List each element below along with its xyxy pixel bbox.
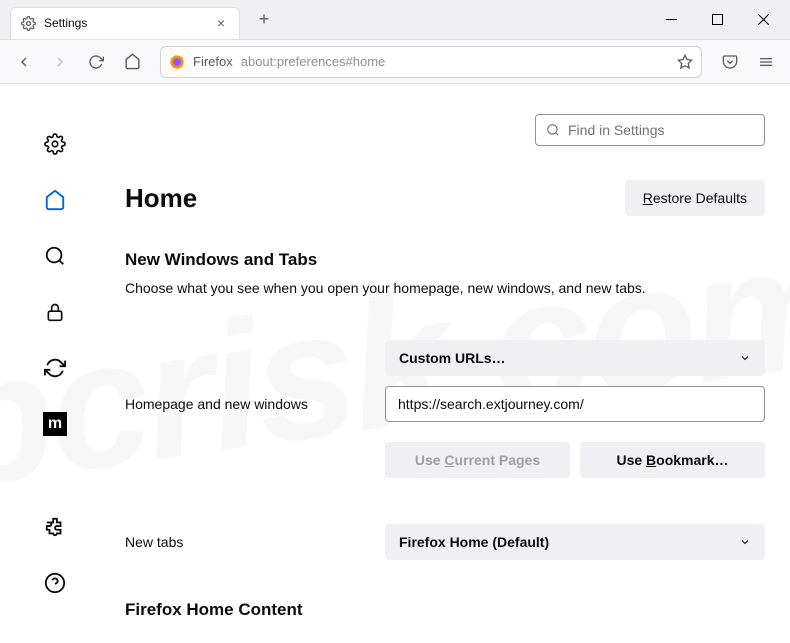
search-icon (546, 123, 560, 137)
forward-button[interactable] (44, 46, 76, 78)
settings-sidebar: m (0, 84, 110, 643)
section-new-windows-title: New Windows and Tabs (125, 250, 765, 270)
gear-icon (21, 16, 36, 31)
sidebar-item-mozilla[interactable]: m (41, 410, 69, 438)
homepage-mode-dropdown[interactable]: Custom URLs… (385, 340, 765, 376)
sidebar-item-sync[interactable] (41, 354, 69, 382)
new-tab-button[interactable]: + (250, 6, 278, 34)
use-current-pages-button: Use Current Pages (385, 442, 570, 478)
chevron-down-icon (739, 536, 751, 548)
window-titlebar: Settings × + (0, 0, 790, 40)
newtabs-label: New tabs (125, 534, 385, 550)
settings-search-input[interactable]: Find in Settings (535, 114, 765, 146)
back-button[interactable] (8, 46, 40, 78)
sidebar-item-extensions[interactable] (41, 513, 69, 541)
homepage-url-input[interactable] (385, 386, 765, 422)
tab-close-button[interactable]: × (213, 15, 229, 31)
browser-toolbar: Firefox about:preferences#home (0, 40, 790, 84)
reload-button[interactable] (80, 46, 112, 78)
sidebar-item-help[interactable] (41, 569, 69, 597)
tab-title: Settings (44, 16, 205, 30)
url-bar[interactable]: Firefox about:preferences#home (160, 46, 702, 78)
window-controls (648, 0, 786, 40)
url-text: about:preferences#home (241, 54, 386, 69)
browser-tab[interactable]: Settings × (10, 7, 240, 39)
mozilla-icon: m (43, 412, 67, 436)
home-button[interactable] (116, 46, 148, 78)
bookmark-star-icon[interactable] (677, 54, 693, 70)
url-identity: Firefox (193, 54, 233, 69)
maximize-button[interactable] (694, 0, 740, 40)
use-bookmark-button[interactable]: Use Bookmark… (580, 442, 765, 478)
homepage-label: Homepage and new windows (125, 396, 385, 412)
page-title: Home (125, 183, 197, 214)
sidebar-item-privacy[interactable] (41, 298, 69, 326)
app-menu-button[interactable] (750, 46, 782, 78)
pocket-button[interactable] (714, 46, 746, 78)
newtabs-dropdown[interactable]: Firefox Home (Default) (385, 524, 765, 560)
chevron-down-icon (739, 352, 751, 364)
sidebar-item-home[interactable] (41, 186, 69, 214)
firefox-logo-icon (169, 54, 185, 70)
close-button[interactable] (740, 0, 786, 40)
dropdown-value: Firefox Home (Default) (399, 534, 549, 550)
settings-main: Find in Settings Home Restore Defaults N… (110, 84, 790, 643)
restore-defaults-button[interactable]: Restore Defaults (625, 180, 765, 216)
sidebar-item-general[interactable] (41, 130, 69, 158)
minimize-button[interactable] (648, 0, 694, 40)
sidebar-item-search[interactable] (41, 242, 69, 270)
section-firefox-home-title: Firefox Home Content (125, 600, 765, 620)
dropdown-value: Custom URLs… (399, 350, 506, 366)
section-new-windows-desc: Choose what you see when you open your h… (125, 280, 765, 296)
search-placeholder: Find in Settings (568, 122, 665, 138)
